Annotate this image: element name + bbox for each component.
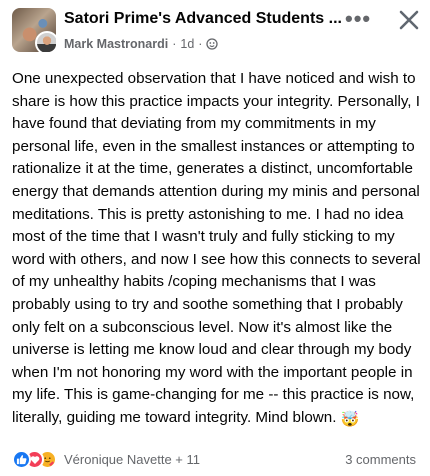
comments-count-link[interactable]: 3 comments — [345, 452, 416, 467]
post-time-link[interactable]: 1d — [180, 37, 194, 51]
group-name-link[interactable]: Satori Prime's Advanced Students ... — [64, 10, 354, 28]
post-text: One unexpected observation that I have n… — [12, 68, 422, 430]
mind-blown-emoji: 🤯 — [340, 410, 360, 428]
post-meta: Mark Mastronardi · 1d · — [64, 37, 219, 51]
meta-separator: · — [198, 37, 203, 51]
reaction-icons[interactable] — [12, 450, 57, 469]
author-name-link[interactable]: Mark Mastronardi — [64, 37, 168, 51]
post-footer: Véronique Navette + 11 3 comments — [0, 448, 430, 472]
like-icon — [12, 450, 31, 469]
reactors-link[interactable]: Véronique Navette + 11 — [64, 452, 200, 467]
globe-icon — [206, 38, 219, 50]
post-message: One unexpected observation that I have n… — [12, 70, 421, 426]
meta-separator: · — [172, 37, 177, 51]
more-options-button[interactable]: ••• — [345, 8, 371, 30]
post-header: Satori Prime's Advanced Students ... Mar… — [0, 0, 430, 64]
author-avatar[interactable] — [35, 31, 56, 52]
close-icon[interactable] — [397, 8, 421, 32]
group-avatar[interactable] — [12, 8, 56, 52]
